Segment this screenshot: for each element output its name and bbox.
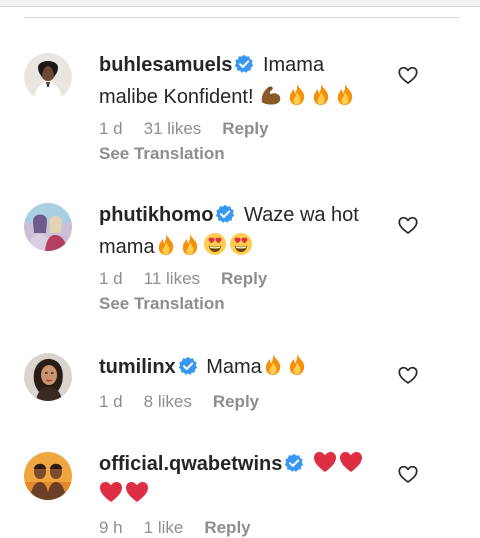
comment-text: mama bbox=[99, 236, 155, 258]
likes-count[interactable]: 11 likes bbox=[144, 269, 200, 288]
comment-meta: 1 d 31 likes Reply bbox=[99, 119, 290, 139]
like-heart-icon[interactable] bbox=[398, 66, 418, 90]
red-heart-icon bbox=[125, 481, 149, 511]
comment-text: malibe Konfident! bbox=[99, 86, 254, 108]
comment-text: Imama bbox=[262, 54, 325, 76]
reply-button[interactable]: Reply bbox=[213, 392, 259, 411]
reply-button[interactable]: Reply bbox=[204, 518, 250, 537]
fire-icon bbox=[334, 82, 356, 114]
avatar[interactable] bbox=[24, 203, 72, 251]
divider bbox=[24, 17, 460, 18]
verified-badge-icon bbox=[215, 204, 235, 232]
red-heart-icon bbox=[99, 481, 123, 511]
fire-icon bbox=[155, 232, 177, 264]
comment-text: Mama bbox=[206, 356, 262, 378]
fire-icon bbox=[310, 82, 332, 114]
username[interactable]: official.qwabetwins bbox=[99, 453, 282, 475]
comment-body: phutikhomo Waze wa hot mama bbox=[99, 202, 371, 264]
comment-body: tumilinx Mama bbox=[99, 352, 371, 384]
red-heart-icon bbox=[313, 451, 337, 481]
username[interactable]: buhlesamuels bbox=[99, 54, 232, 76]
likes-count[interactable]: 8 likes bbox=[144, 392, 192, 411]
heart-eyes-icon bbox=[229, 232, 253, 264]
verified-badge-icon bbox=[234, 54, 254, 82]
comment-meta: 9 h 1 like Reply bbox=[99, 518, 272, 538]
see-translation-link[interactable]: See Translation bbox=[99, 144, 225, 164]
verified-badge-icon bbox=[178, 356, 198, 384]
fire-icon bbox=[262, 352, 284, 384]
like-heart-icon[interactable] bbox=[398, 216, 418, 240]
avatar[interactable] bbox=[24, 53, 72, 101]
red-heart-icon bbox=[339, 451, 363, 481]
like-heart-icon[interactable] bbox=[398, 465, 418, 489]
heart-eyes-icon bbox=[203, 232, 227, 264]
verified-badge-icon bbox=[284, 453, 304, 481]
username[interactable]: phutikhomo bbox=[99, 204, 213, 226]
comment-body: official.qwabetwins bbox=[99, 451, 371, 511]
reply-button[interactable]: Reply bbox=[221, 269, 267, 288]
top-edge bbox=[0, 0, 480, 7]
username[interactable]: tumilinx bbox=[99, 356, 176, 378]
comment-time: 9 h bbox=[99, 518, 123, 537]
fire-icon bbox=[286, 82, 308, 114]
comment-time: 1 d bbox=[99, 392, 123, 411]
fire-icon bbox=[286, 352, 308, 384]
comment-time: 1 d bbox=[99, 119, 123, 138]
fire-icon bbox=[179, 232, 201, 264]
comment-text: Waze wa hot bbox=[244, 204, 359, 226]
likes-count[interactable]: 1 like bbox=[144, 518, 184, 537]
flexed-biceps-icon bbox=[259, 83, 284, 114]
likes-count[interactable]: 31 likes bbox=[144, 119, 202, 138]
comment-time: 1 d bbox=[99, 269, 123, 288]
comment-body: buhlesamuels Imama malibe Konfident! bbox=[99, 52, 371, 114]
comment-meta: 1 d 11 likes Reply bbox=[99, 269, 288, 289]
avatar[interactable] bbox=[24, 452, 72, 500]
comment-meta: 1 d 8 likes Reply bbox=[99, 392, 280, 412]
avatar[interactable] bbox=[24, 353, 72, 401]
reply-button[interactable]: Reply bbox=[222, 119, 268, 138]
like-heart-icon[interactable] bbox=[398, 366, 418, 390]
see-translation-link[interactable]: See Translation bbox=[99, 294, 225, 314]
